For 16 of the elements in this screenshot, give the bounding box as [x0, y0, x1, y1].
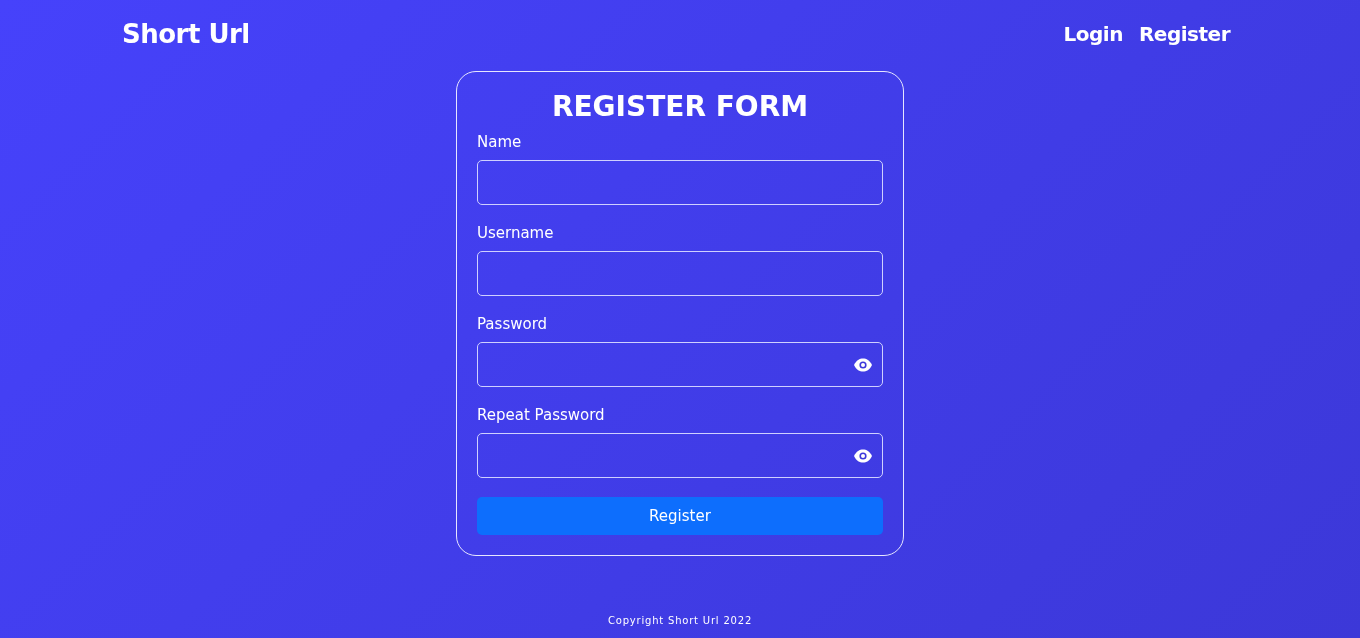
input-field[interactable]: [477, 342, 883, 387]
brand-logo[interactable]: Short Url: [122, 19, 250, 49]
input-field[interactable]: [477, 160, 883, 205]
field-label: Password: [477, 315, 549, 333]
nav-link[interactable]: Login: [1063, 22, 1123, 46]
form-title: REGISTER FORM: [550, 90, 810, 123]
input-field[interactable]: [477, 433, 883, 478]
input-field[interactable]: [477, 251, 883, 296]
nav-link[interactable]: Register: [1138, 22, 1230, 46]
eye-icon[interactable]: [853, 447, 873, 465]
register-button[interactable]: Register: [477, 497, 883, 535]
eye-icon[interactable]: [853, 356, 873, 374]
field-label: Name: [477, 133, 523, 151]
field-label: Username: [477, 224, 555, 242]
field-label: Repeat Password: [477, 406, 606, 424]
copyright-text: Copyright Short Url 2022: [606, 615, 754, 628]
